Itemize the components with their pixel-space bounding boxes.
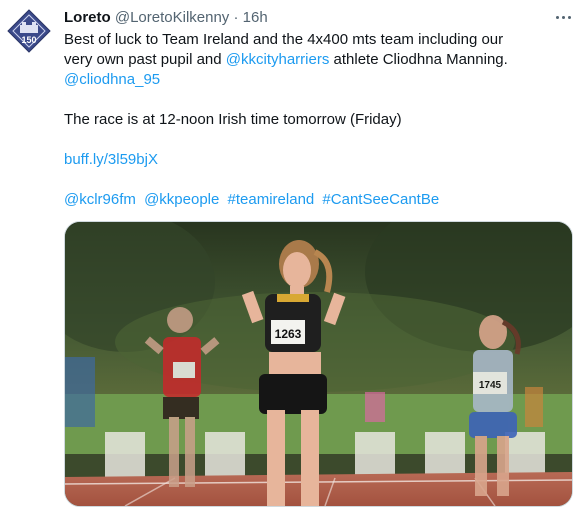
runner-bib-number: 1263 [275,327,302,341]
more-horizontal-icon [554,15,572,19]
mention-link-cliodhna[interactable]: @cliodhna_95 [64,71,160,88]
mention-link-kclr96fm[interactable]: @kclr96fm [64,191,136,208]
tweet-line-link: buff.ly/3l59bjX [64,150,564,170]
tweet-line-1: Best of luck to Team Ireland and the 4x4… [64,31,504,48]
mention-link-kkcityharriers[interactable]: @kkcityharriers [226,51,330,68]
mention-link-kkpeople[interactable]: @kkpeople [144,191,219,208]
tweet-text: Best of luck to Team Ireland and the 4x4… [64,30,564,210]
tweet-text-fragment: very own past pupil and [64,51,226,68]
tweet-photo[interactable]: 1263 1745 [64,221,573,507]
tweet-line-race: The race is at 12-noon Irish time tomorr… [64,111,402,128]
tweet-tags: @kclr96fm @kkpeople #teamireland #CantSe… [64,190,564,210]
separator: · [233,9,239,26]
hashtag-link-teamireland[interactable]: #teamireland [228,191,315,208]
short-url-link[interactable]: buff.ly/3l59bjX [64,151,158,168]
display-name[interactable]: Loreto [64,9,111,26]
more-options-button[interactable] [552,6,574,28]
tweet-header: Loreto @LoretoKilkenny · 16h [64,9,567,29]
runner-bib-number: 1745 [479,380,502,391]
tweet-text-fragment: athlete Cliodhna Manning. [329,51,508,68]
hashtag-link-cantseecantbe[interactable]: #CantSeeCantBe [322,191,439,208]
tweet-line-3: @cliodhna_95 [64,70,564,90]
avatar-text: 150 [21,35,36,45]
user-handle[interactable]: @LoretoKilkenny [115,9,229,26]
avatar[interactable]: 150 [6,8,52,54]
timestamp[interactable]: 16h [243,9,268,26]
tweet-line-2: very own past pupil and @kkcityharriers … [64,50,564,70]
loreto-logo: 150 [7,9,51,53]
